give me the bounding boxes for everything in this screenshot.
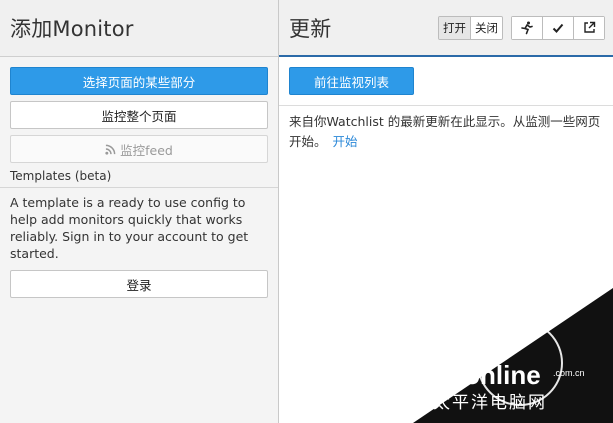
check-icon[interactable]: [543, 16, 574, 39]
start-link[interactable]: 开始: [333, 134, 358, 149]
toggle-on-button[interactable]: 打开: [439, 16, 471, 39]
on-off-toggle: 打开 关闭: [438, 15, 503, 40]
templates-divider: [0, 187, 278, 188]
toggle-off-button[interactable]: 关闭: [471, 16, 502, 39]
checkmark-icon: [552, 23, 564, 33]
open-new-window-icon: [583, 21, 595, 33]
updates-toggle: 打开 关闭: [438, 15, 503, 40]
updates-title: 更新: [289, 16, 332, 41]
external-link-icon[interactable]: [574, 16, 604, 39]
updates-body: 前往监视列表: [279, 57, 613, 105]
add-monitor-body: 选择页面的某些部分 监控整个页面 监控feed Templates (beta)…: [0, 57, 278, 298]
monitor-feed-button[interactable]: 监控feed: [10, 135, 268, 163]
select-parts-button[interactable]: 选择页面的某些部分: [10, 67, 268, 95]
add-monitor-title: 添加Monitor: [10, 17, 134, 41]
rss-icon: [105, 144, 116, 155]
add-monitor-panel: 添加Monitor 选择页面的某些部分 监控整个页面 监控feed Templa…: [0, 0, 279, 423]
monitor-page-button[interactable]: 监控整个页面: [10, 101, 268, 129]
login-button[interactable]: 登录: [10, 270, 268, 298]
updates-header: 更新 打开 关闭: [279, 0, 613, 57]
monitor-feed-label: 监控feed: [120, 142, 173, 158]
pconline-watermark: PConline .com.cn 太平洋电脑网: [413, 288, 613, 423]
watermark-cn: 太平洋电脑网: [433, 393, 547, 413]
goto-watchlist-button[interactable]: 前往监视列表: [289, 67, 414, 95]
updates-actions: [511, 15, 605, 40]
run-icon[interactable]: [512, 16, 543, 39]
updates-message: 来自你Watchlist 的最新更新在此显示。从监测一些网页开始。 开始: [279, 106, 613, 152]
templates-label: Templates (beta): [10, 169, 112, 183]
watermark-domain: .com.cn: [553, 368, 585, 378]
templates-description: A template is a ready to use config to h…: [10, 195, 249, 261]
running-man-icon: [521, 21, 533, 34]
watermark-brand: PConline: [428, 360, 541, 390]
add-monitor-header: 添加Monitor: [0, 0, 278, 57]
